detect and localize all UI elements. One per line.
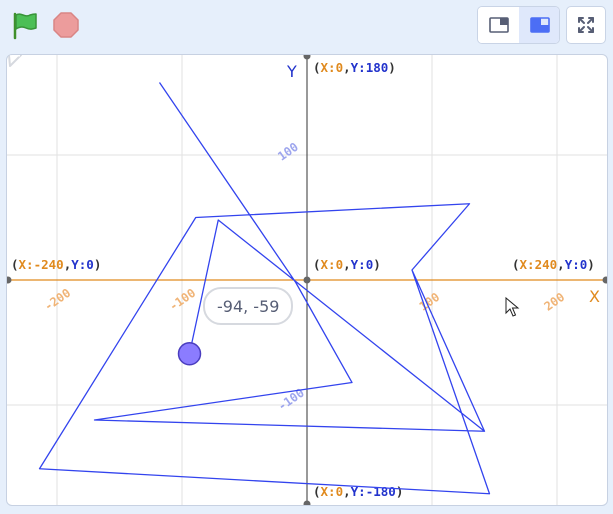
large-stage-button[interactable] xyxy=(519,7,559,43)
x-tick-label: 200 xyxy=(542,290,568,314)
right-coordinate-label: (X:240,Y:0) xyxy=(512,257,595,272)
fullscreen-button[interactable] xyxy=(566,6,606,44)
y-axis-label: Y xyxy=(286,62,297,81)
bottom-marker xyxy=(303,500,311,505)
large-stage-layout-icon xyxy=(529,17,550,33)
left-marker xyxy=(7,276,12,284)
x-tick-labels: -200 -100 100 200 xyxy=(42,286,568,314)
small-stage-button[interactable] xyxy=(478,7,520,43)
top-marker xyxy=(303,55,311,60)
small-stage-layout-icon xyxy=(488,17,509,33)
mouse-cursor-icon xyxy=(505,296,520,317)
x-axis-label: X xyxy=(589,287,600,306)
origin-marker xyxy=(303,276,311,284)
stage-layout-toggle xyxy=(477,6,560,44)
speech-bubble-tail xyxy=(8,55,22,67)
green-flag-icon[interactable] xyxy=(10,10,40,40)
right-marker xyxy=(602,276,607,284)
center-coordinate-label: (X:0,Y:0) xyxy=(313,257,381,272)
fullscreen-icon xyxy=(578,17,594,33)
stop-sign-icon[interactable] xyxy=(52,11,80,39)
speech-bubble: -94, -59 xyxy=(203,287,294,325)
stage-header xyxy=(0,0,613,52)
sprite-ball[interactable] xyxy=(177,342,202,366)
top-coordinate-label: (X:0,Y:180) xyxy=(313,60,396,75)
left-coordinate-label: (X:-240,Y:0) xyxy=(11,257,101,272)
y-tick-label: 100 xyxy=(275,140,301,164)
stage-canvas[interactable]: Y X (X:0,Y:180) (X:0,Y:-180) (X:-240,Y:0… xyxy=(6,54,608,506)
